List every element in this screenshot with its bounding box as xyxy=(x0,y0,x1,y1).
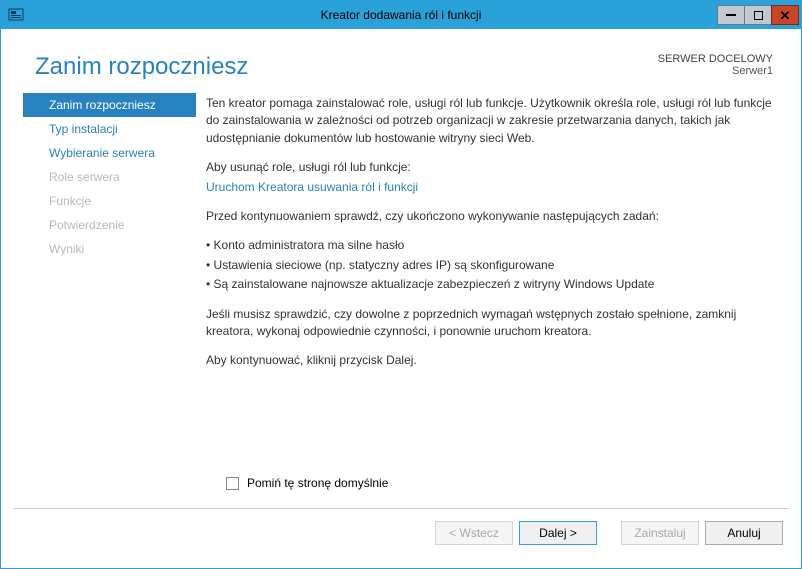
title-bar: Kreator dodawania ról i funkcji ✕ xyxy=(1,1,801,29)
target-server-label: SERWER DOCELOWY xyxy=(658,53,773,65)
list-item: Ustawienia sieciowe (np. statyczny adres… xyxy=(206,257,773,274)
continue-hint-text: Aby kontynuować, kliknij przycisk Dalej. xyxy=(206,352,773,369)
remove-intro-text: Aby usunąć role, usługi ról lub funkcje: xyxy=(206,159,773,176)
list-item: Konto administratora ma silne hasło xyxy=(206,237,773,254)
step-before-you-begin[interactable]: Zanim rozpoczniesz xyxy=(23,93,196,117)
wizard-footer: < Wstecz Dalej > Zainstaluj Anuluj xyxy=(13,508,789,557)
next-button[interactable]: Dalej > xyxy=(519,521,597,545)
step-features: Funkcje xyxy=(1,189,196,213)
prerequisite-list: Konto administratora ma silne hasło Usta… xyxy=(206,237,773,293)
back-button: < Wstecz xyxy=(435,521,513,545)
install-button: Zainstaluj xyxy=(621,521,699,545)
step-server-selection[interactable]: Wybieranie serwera xyxy=(1,141,196,165)
step-server-roles: Role serwera xyxy=(1,165,196,189)
target-server-value: Serwer1 xyxy=(658,65,773,77)
app-icon xyxy=(5,4,27,26)
target-server-info: SERWER DOCELOWY Serwer1 xyxy=(658,53,773,77)
remove-roles-link[interactable]: Uruchom Kreatora usuwania ról i funkcji xyxy=(206,180,418,194)
maximize-button[interactable] xyxy=(744,5,772,25)
step-results: Wyniki xyxy=(1,237,196,261)
if-check-text: Jeśli musisz sprawdzić, czy dowolne z po… xyxy=(206,306,773,341)
step-confirmation: Potwierdzenie xyxy=(1,213,196,237)
window-controls: ✕ xyxy=(718,5,799,25)
page-title: Zanim rozpoczniesz xyxy=(35,53,248,81)
close-button[interactable]: ✕ xyxy=(771,5,799,25)
wizard-content: Ten kreator pomaga zainstalować role, us… xyxy=(196,87,801,482)
step-installation-type[interactable]: Typ instalacji xyxy=(1,117,196,141)
skip-page-label: Pomiń tę stronę domyślnie xyxy=(247,476,388,490)
intro-text: Ten kreator pomaga zainstalować role, us… xyxy=(206,95,773,147)
skip-page-checkbox[interactable] xyxy=(226,477,239,490)
minimize-button[interactable] xyxy=(717,5,745,25)
list-item: Są zainstalowane najnowsze aktualizacje … xyxy=(206,276,773,293)
cancel-button[interactable]: Anuluj xyxy=(705,521,783,545)
before-continue-text: Przed kontynuowaniem sprawdź, czy ukończ… xyxy=(206,208,773,225)
window-title: Kreator dodawania ról i funkcji xyxy=(1,8,801,22)
wizard-steps-sidebar: Zanim rozpoczniesz Typ instalacji Wybier… xyxy=(1,87,196,482)
wizard-header: Zanim rozpoczniesz SERWER DOCELOWY Serwe… xyxy=(1,29,801,87)
